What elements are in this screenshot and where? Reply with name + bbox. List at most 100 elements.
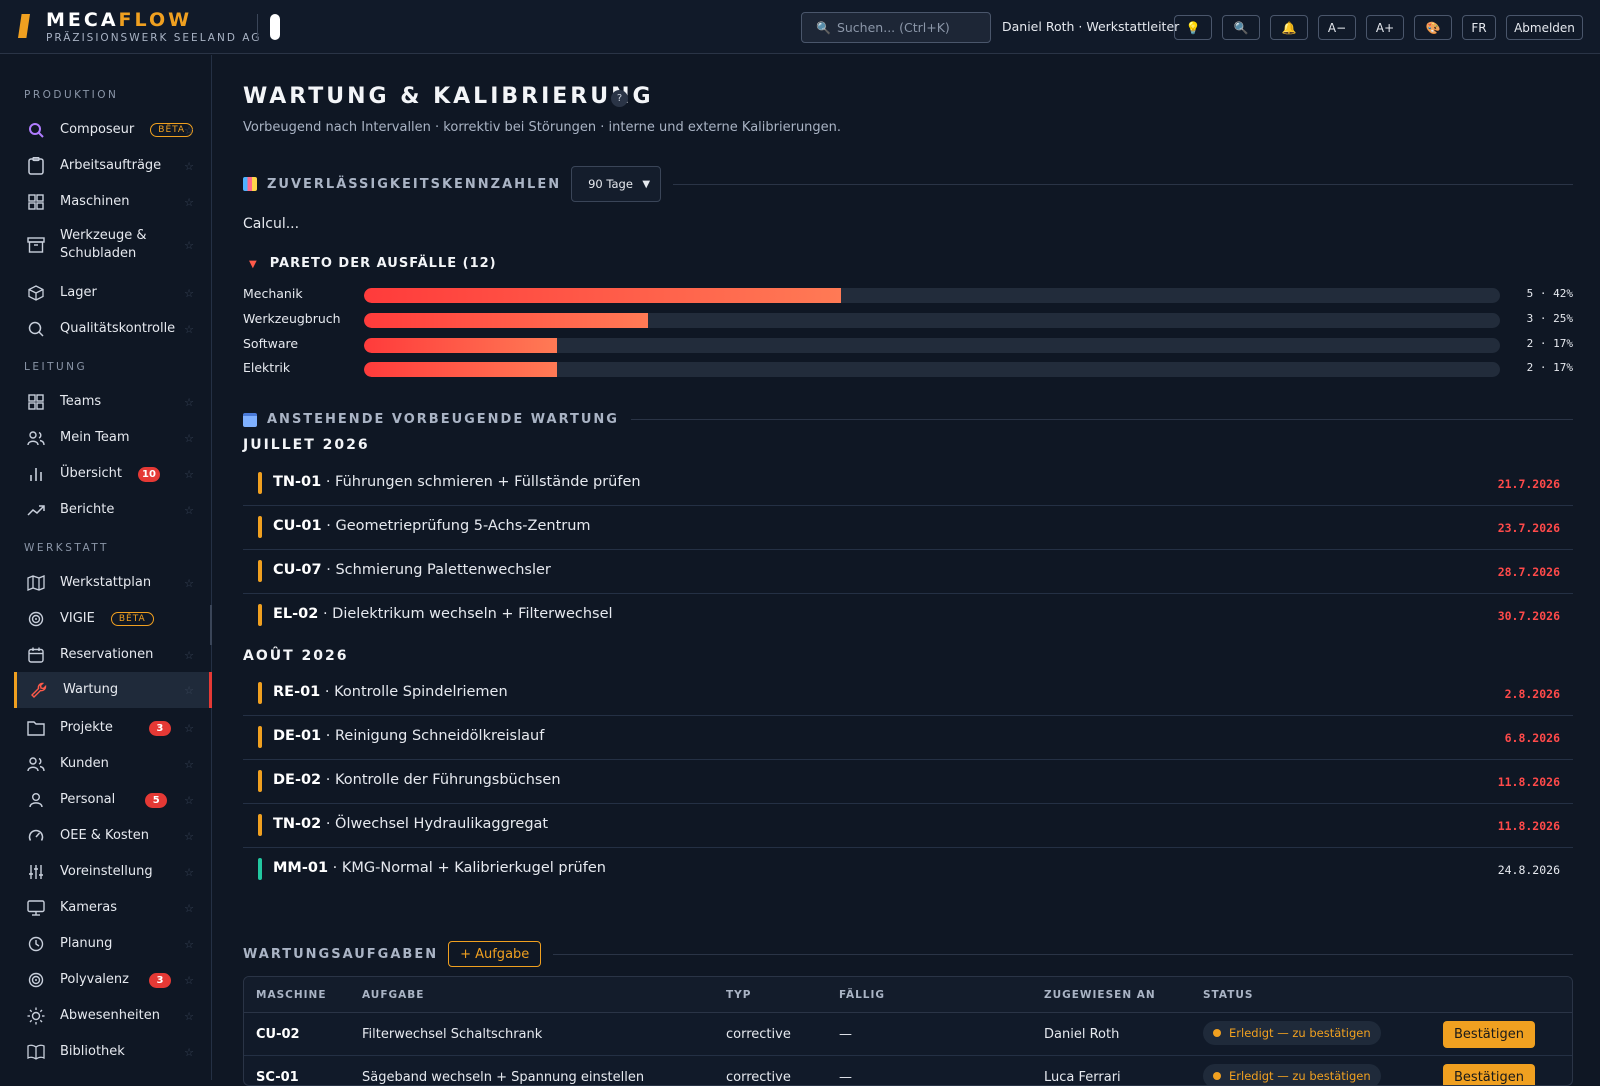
notifications-button[interactable]: 🔔 [1270,15,1308,40]
pareto-bar [364,338,558,353]
target-icon [26,970,46,990]
pareto-toggle[interactable]: ▼ PARETO DER AUSFÄLLE (12) [249,256,497,271]
confirm-button[interactable]: Bestätigen [1443,1064,1535,1085]
sidebar-item-werkstattplan[interactable]: Werkstattplan ☆ [14,566,212,600]
favorite-star-icon[interactable]: ☆ [184,938,194,951]
maintenance-item[interactable]: TN-02 · Ölwechsel Hydraulikaggregat 11.8… [243,804,1573,848]
sidebar-toggle[interactable] [270,14,280,40]
sidebar-item-polyvalenz[interactable]: Polyvalenz 3 ☆ [14,963,212,997]
grid-icon [26,192,46,212]
search-icon: 🔍 [816,20,831,35]
sidebar-item-bibliothek[interactable]: Bibliothek ☆ [14,1035,212,1069]
sidebar-item-planung[interactable]: Planung ☆ [14,927,212,961]
status-bar [258,858,262,880]
favorite-star-icon[interactable]: ☆ [184,323,194,336]
favorite-star-icon[interactable]: ☆ [184,432,194,445]
sidebar-item-teams[interactable]: Teams ☆ [14,385,212,419]
status-badge: Erledigt — zu bestätigen [1203,1064,1381,1085]
maintenance-item[interactable]: RE-01 · Kontrolle Spindelriemen 2.8.2026 [243,672,1573,716]
add-task-button[interactable]: + Aufgabe [448,941,542,967]
bar-chart-icon [26,464,46,484]
sidebar-item-projekte[interactable]: Projekte 3 ☆ [14,711,212,745]
favorite-star-icon[interactable]: ☆ [184,830,194,843]
favorite-star-icon[interactable]: ☆ [184,758,194,771]
sidebar-item-mein-team[interactable]: Mein Team ☆ [14,421,212,455]
favorite-star-icon[interactable]: ☆ [184,396,194,409]
sidebar-item-qualitaetskontrolle[interactable]: Qualitätskontrolle ☆ [14,312,212,346]
chart-icon [243,177,257,191]
font-smaller-button[interactable]: A− [1318,15,1356,40]
favorite-star-icon[interactable]: ☆ [184,974,194,987]
pareto-track [364,362,1500,377]
chevron-down-icon: ▼ [642,178,651,190]
favorite-star-icon[interactable]: ☆ [184,196,194,209]
favorite-star-icon[interactable]: ☆ [184,124,194,137]
box-icon [26,283,46,303]
search-button[interactable]: 🔍 [1222,15,1260,40]
sidebar-item-vigie[interactable]: VIGIE BÊTA [14,602,212,636]
sidebar-scrollbar[interactable] [210,605,212,645]
favorite-star-icon[interactable]: ☆ [184,722,194,735]
maintenance-item[interactable]: MM-01 · KMG-Normal + Kalibrierkugel prüf… [243,848,1573,892]
favorite-star-icon[interactable]: ☆ [184,684,194,697]
font-larger-button[interactable]: A+ [1366,15,1404,40]
sidebar-item-kameras[interactable]: Kameras ☆ [14,891,212,925]
favorite-star-icon[interactable]: ☆ [184,902,194,915]
favorite-star-icon[interactable]: ☆ [184,649,194,662]
book-icon [26,1042,46,1062]
help-icon[interactable]: ? [611,90,628,107]
table-row[interactable]: CU-02 Filterwechsel Schaltschrank correc… [244,1013,1572,1056]
theme-button[interactable]: 🎨 [1414,15,1452,40]
favorite-star-icon[interactable]: ☆ [184,1046,194,1059]
favorite-star-icon[interactable]: ☆ [184,287,194,300]
logout-button[interactable]: Abmelden [1506,15,1583,40]
sidebar-item-berichte[interactable]: Berichte ☆ [14,493,212,527]
maintenance-item[interactable]: CU-01 · Geometrieprüfung 5-Achs-Zentrum … [243,506,1573,550]
search-placeholder: Suchen... (Ctrl+K) [836,20,950,35]
sidebar-item-voreinstellung[interactable]: Voreinstellung ☆ [14,855,212,889]
period-select[interactable]: 90 Tage ▼ [571,166,662,202]
top-bar: MECAFLOW PRÄZISIONSWERK SEELAND AG 🔍 Suc… [0,0,1600,54]
status-dot [1213,1029,1221,1037]
sidebar-item-personal[interactable]: Personal 5 ☆ [14,783,212,817]
favorite-star-icon[interactable]: ☆ [184,794,194,807]
maintenance-item[interactable]: DE-02 · Kontrolle der Führungsbüchsen 11… [243,760,1573,804]
sidebar-item-oee-kosten[interactable]: OEE & Kosten ☆ [14,819,212,853]
sidebar-item-uebersicht[interactable]: Übersicht 10 ☆ [14,457,212,491]
maintenance-item[interactable]: CU-07 · Schmierung Palettenwechsler 28.7… [243,550,1573,594]
favorite-star-icon[interactable]: ☆ [184,577,194,590]
tips-button[interactable]: 💡 [1174,15,1212,40]
table-row[interactable]: SC-01 Sägeband wechseln + Spannung einst… [244,1056,1572,1085]
sidebar-item-arbeitsauftraege[interactable]: Arbeitsaufträge ☆ [14,149,212,183]
sidebar-item-maschinen[interactable]: Maschinen ☆ [14,185,212,219]
sidebar-item-reservationen[interactable]: Reservationen ☆ [14,638,212,672]
favorite-star-icon[interactable]: ☆ [184,468,194,481]
status-bar [258,560,262,582]
sidebar-item-kunden[interactable]: Kunden ☆ [14,747,212,781]
due-date: 2.8.2026 [1504,687,1560,701]
maintenance-item[interactable]: TN-01 · Führungen schmieren + Füllstände… [243,462,1573,506]
maintenance-item[interactable]: DE-01 · Reinigung Schneidölkreislauf 6.8… [243,716,1573,760]
search-input[interactable]: 🔍 Suchen... (Ctrl+K) [801,12,991,43]
favorite-star-icon[interactable]: ☆ [184,239,194,252]
search-icon: 🔍 [1233,20,1249,35]
language-button[interactable]: FR [1462,15,1496,40]
sidebar-item-abwesenheiten[interactable]: Abwesenheiten ☆ [14,999,212,1033]
sidebar-item-werkzeuge[interactable]: Werkzeuge & Schubladen ☆ [14,223,212,267]
users-icon [26,754,46,774]
section-leitung: LEITUNG [24,361,88,373]
sidebar-item-composeur[interactable]: Composeur BÊTA ☆ [14,113,212,147]
maintenance-item[interactable]: EL-02 · Dielektrikum wechseln + Filterwe… [243,594,1573,638]
sidebar-item-wartung[interactable]: Wartung ☆ [14,672,212,708]
due-date: 28.7.2026 [1497,565,1560,579]
sidebar-item-lager[interactable]: Lager ☆ [14,276,212,310]
favorite-star-icon[interactable]: ☆ [184,160,194,173]
status-bar [258,472,262,494]
favorite-star-icon[interactable]: ☆ [184,504,194,517]
favorite-star-icon[interactable]: ☆ [184,1010,194,1023]
user-info: Daniel Roth · Werkstattleiter [1002,19,1180,34]
confirm-button[interactable]: Bestätigen [1443,1021,1535,1048]
favorite-star-icon[interactable]: ☆ [184,866,194,879]
brand-logo[interactable]: MECAFLOW [46,9,192,31]
section-produktion: PRODUKTION [24,89,119,101]
